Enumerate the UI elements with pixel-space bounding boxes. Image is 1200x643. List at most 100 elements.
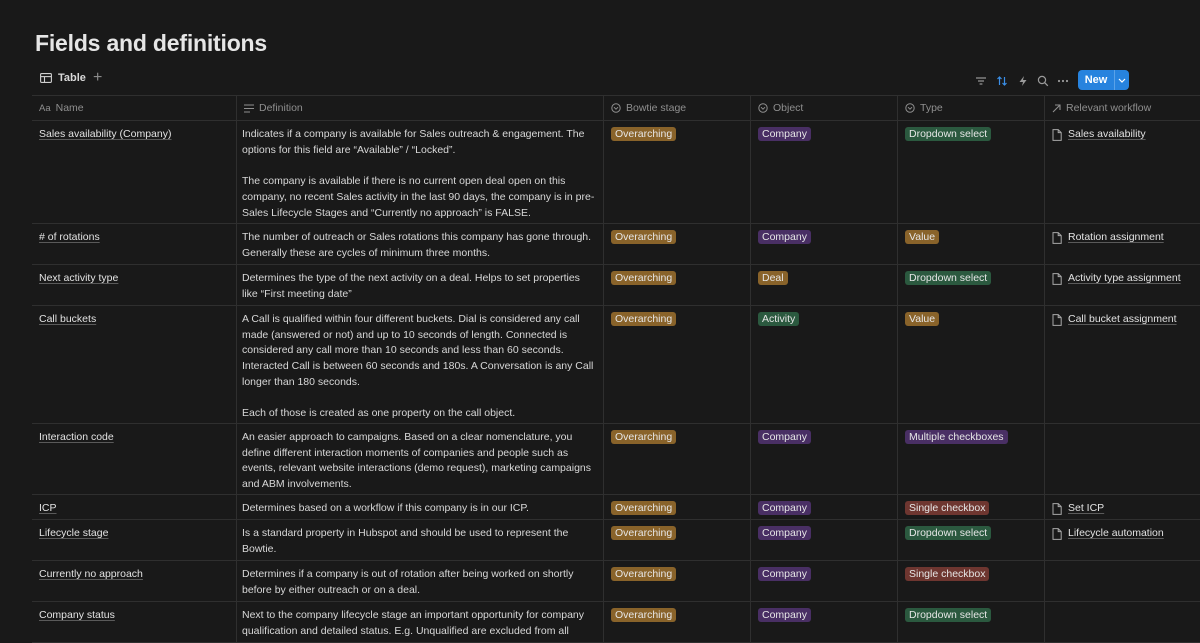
- object-tag: Company: [758, 608, 811, 622]
- table-row[interactable]: Lifecycle stage Is a standard property in…: [32, 520, 1200, 561]
- definition-cell[interactable]: Indicates if a company is available for …: [237, 121, 604, 223]
- definition-text: The company is available if there is no …: [242, 175, 595, 219]
- bowtie-cell[interactable]: Overarching: [604, 265, 751, 305]
- type-cell[interactable]: Multiple checkboxes: [898, 424, 1045, 494]
- name-cell[interactable]: Currently no approach: [32, 561, 237, 601]
- object-cell[interactable]: Activity: [751, 306, 898, 423]
- object-cell[interactable]: Company: [751, 561, 898, 601]
- workflow-link[interactable]: Set ICP: [1052, 501, 1193, 517]
- definition-cell[interactable]: Determines based on a workflow if this c…: [237, 495, 604, 519]
- name-cell[interactable]: ICP: [32, 495, 237, 519]
- chevron-down-icon[interactable]: [1115, 78, 1129, 83]
- bowtie-cell[interactable]: Overarching: [604, 495, 751, 519]
- type-cell[interactable]: Dropdown select: [898, 520, 1045, 560]
- table-row[interactable]: ICP Determines based on a workflow if thi…: [32, 495, 1200, 520]
- name-cell[interactable]: Company status: [32, 602, 237, 642]
- definition-cell[interactable]: An easier approach to campaigns. Based o…: [237, 424, 604, 494]
- automation-icon[interactable]: [1016, 74, 1030, 88]
- header-name[interactable]: Aa Name: [32, 96, 237, 120]
- bowtie-cell[interactable]: Overarching: [604, 520, 751, 560]
- workflow-link[interactable]: Rotation assignment: [1052, 230, 1193, 246]
- header-definition[interactable]: Definition: [237, 96, 604, 120]
- workflow-link[interactable]: Lifecycle automation: [1052, 526, 1193, 542]
- workflow-name: Activity type assignment: [1068, 272, 1181, 284]
- workflow-link[interactable]: Call bucket assignment: [1052, 312, 1193, 328]
- name-cell[interactable]: # of rotations: [32, 224, 237, 264]
- table-row[interactable]: # of rotations The number of outreach or …: [32, 224, 1200, 265]
- add-view-button[interactable]: +: [93, 69, 102, 87]
- table-row[interactable]: Interaction code An easier approach to ca…: [32, 424, 1200, 495]
- definition-cell[interactable]: Is a standard property in Hubspot and sh…: [237, 520, 604, 560]
- type-cell[interactable]: Single checkbox: [898, 561, 1045, 601]
- object-cell[interactable]: Company: [751, 224, 898, 264]
- type-cell[interactable]: Value: [898, 224, 1045, 264]
- definition-cell[interactable]: Next to the company lifecycle stage an i…: [237, 602, 604, 642]
- header-bowtie-label: Bowtie stage: [626, 102, 687, 114]
- object-cell[interactable]: Company: [751, 121, 898, 223]
- workflow-cell[interactable]: [1045, 424, 1200, 494]
- table-row[interactable]: Next activity type Determines the type of…: [32, 265, 1200, 306]
- definition-cell[interactable]: A Call is qualified within four differen…: [237, 306, 604, 423]
- workflow-cell[interactable]: [1045, 602, 1200, 642]
- name-cell[interactable]: Next activity type: [32, 265, 237, 305]
- header-type[interactable]: Type: [898, 96, 1045, 120]
- object-tag: Deal: [758, 271, 788, 285]
- type-cell[interactable]: Single checkbox: [898, 495, 1045, 519]
- bowtie-tag: Overarching: [611, 526, 677, 540]
- workflow-cell[interactable]: Lifecycle automation: [1045, 520, 1200, 560]
- workflow-link[interactable]: Sales availability: [1052, 127, 1193, 143]
- new-button[interactable]: New: [1078, 70, 1129, 90]
- table-row[interactable]: Sales availability (Company) Indicates if…: [32, 121, 1200, 224]
- table-header: Aa Name Definition Bowtie stage Object T…: [32, 95, 1200, 121]
- table-row[interactable]: Company status Next to the company lifecy…: [32, 602, 1200, 643]
- workflow-cell[interactable]: Set ICP: [1045, 495, 1200, 519]
- header-workflow[interactable]: Relevant workflow: [1045, 96, 1200, 120]
- sort-icon[interactable]: [995, 74, 1009, 88]
- bowtie-cell[interactable]: Overarching: [604, 224, 751, 264]
- name-cell[interactable]: Sales availability (Company): [32, 121, 237, 223]
- field-name: Call buckets: [39, 313, 97, 325]
- workflow-link[interactable]: Activity type assignment: [1052, 271, 1193, 287]
- filter-icon[interactable]: [974, 74, 988, 88]
- definition-cell[interactable]: The number of outreach or Sales rotation…: [237, 224, 604, 264]
- bowtie-cell[interactable]: Overarching: [604, 561, 751, 601]
- search-icon[interactable]: [1036, 74, 1050, 88]
- workflow-cell[interactable]: Activity type assignment: [1045, 265, 1200, 305]
- object-cell[interactable]: Company: [751, 520, 898, 560]
- workflow-cell[interactable]: Rotation assignment: [1045, 224, 1200, 264]
- type-cell[interactable]: Dropdown select: [898, 602, 1045, 642]
- type-cell[interactable]: Value: [898, 306, 1045, 423]
- more-options-icon[interactable]: [1056, 74, 1070, 88]
- bowtie-tag: Overarching: [611, 608, 677, 622]
- bowtie-tag: Overarching: [611, 430, 677, 444]
- definition-cell[interactable]: Determines if a company is out of rotati…: [237, 561, 604, 601]
- view-tab-table[interactable]: Table: [40, 72, 86, 84]
- page-icon: [1052, 129, 1062, 141]
- header-object[interactable]: Object: [751, 96, 898, 120]
- object-cell[interactable]: Company: [751, 424, 898, 494]
- definition-text: A Call is qualified within four differen…: [242, 313, 594, 388]
- definition-text: The number of outreach or Sales rotation…: [242, 231, 592, 259]
- workflow-cell[interactable]: Sales availability: [1045, 121, 1200, 223]
- bowtie-tag: Overarching: [611, 567, 677, 581]
- name-cell[interactable]: Interaction code: [32, 424, 237, 494]
- type-cell[interactable]: Dropdown select: [898, 121, 1045, 223]
- object-cell[interactable]: Deal: [751, 265, 898, 305]
- table-row[interactable]: Call buckets A Call is qualified within f…: [32, 306, 1200, 424]
- name-cell[interactable]: Call buckets: [32, 306, 237, 423]
- bowtie-cell[interactable]: Overarching: [604, 424, 751, 494]
- name-cell[interactable]: Lifecycle stage: [32, 520, 237, 560]
- definition-cell[interactable]: Determines the type of the next activity…: [237, 265, 604, 305]
- bowtie-cell[interactable]: Overarching: [604, 121, 751, 223]
- table-body: Sales availability (Company) Indicates if…: [32, 121, 1200, 643]
- object-cell[interactable]: Company: [751, 602, 898, 642]
- workflow-cell[interactable]: Call bucket assignment: [1045, 306, 1200, 423]
- table-row[interactable]: Currently no approach Determines if a com…: [32, 561, 1200, 602]
- bowtie-cell[interactable]: Overarching: [604, 602, 751, 642]
- header-bowtie[interactable]: Bowtie stage: [604, 96, 751, 120]
- type-cell[interactable]: Dropdown select: [898, 265, 1045, 305]
- type-tag: Dropdown select: [905, 271, 992, 285]
- workflow-cell[interactable]: [1045, 561, 1200, 601]
- object-cell[interactable]: Company: [751, 495, 898, 519]
- bowtie-cell[interactable]: Overarching: [604, 306, 751, 423]
